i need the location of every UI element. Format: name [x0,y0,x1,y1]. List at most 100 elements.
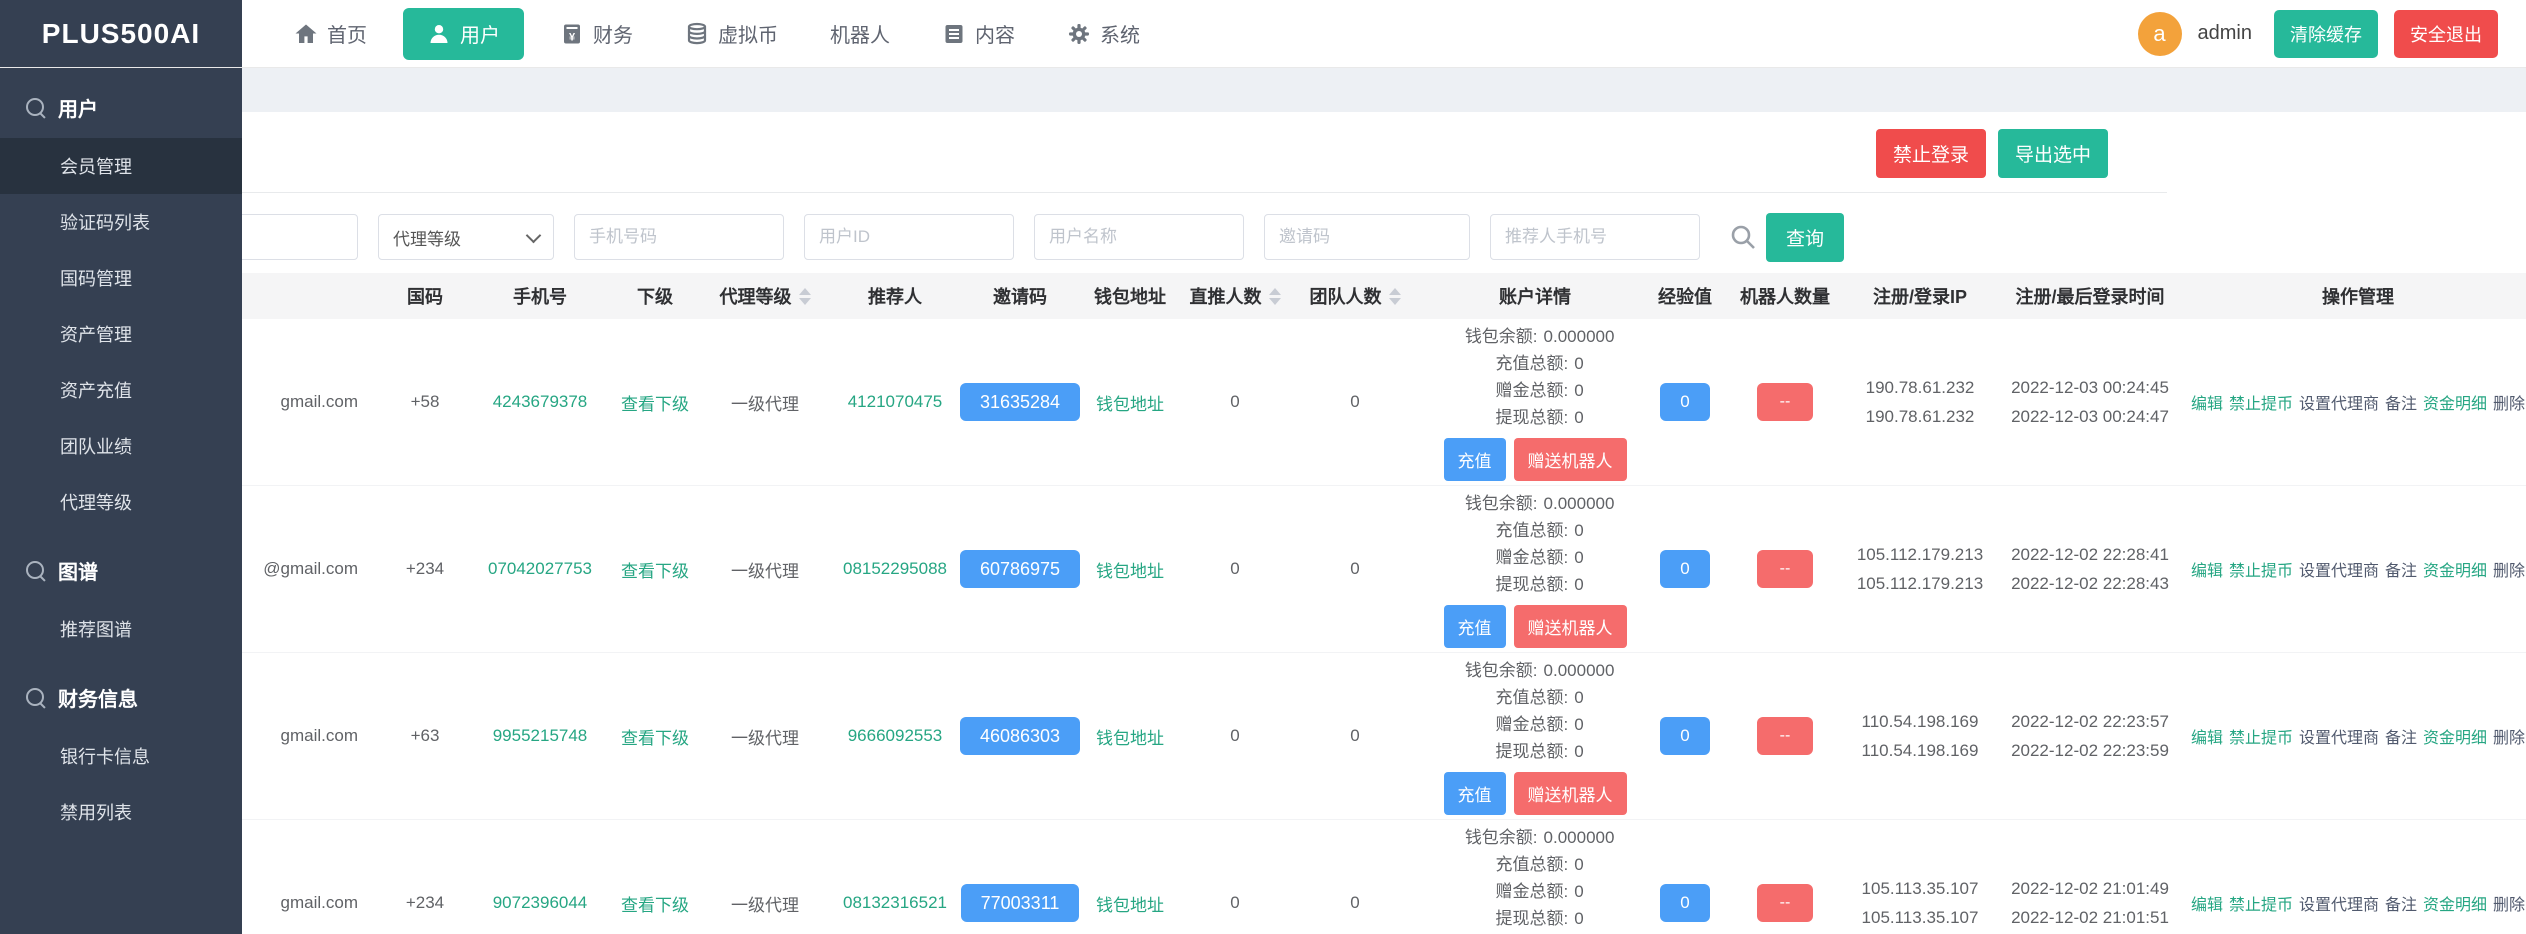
phone-filter-input[interactable] [574,214,784,260]
view-subordinates-link[interactable]: 查看下级 [621,724,689,749]
invite-code-button[interactable]: 60786975 [960,550,1080,588]
action-link[interactable]: 编辑 [2191,390,2223,414]
gift-robot-button[interactable]: 赠送机器人 [1514,438,1627,481]
logout-button[interactable]: 安全退出 [2394,10,2498,58]
ban-login-button[interactable]: 禁止登录 [1876,129,1986,178]
sidebar-item-country-code[interactable]: 国码管理 [0,250,242,306]
action-text[interactable]: 删除 [2493,724,2525,748]
gift-robot-button[interactable]: 赠送机器人 [1514,772,1627,815]
sidebar-item-asset-management[interactable]: 资产管理 [0,306,242,362]
action-text[interactable]: 备注 [2385,390,2417,414]
view-subordinates-link[interactable]: 查看下级 [621,557,689,582]
invite-code-button[interactable]: 77003311 [961,884,1080,922]
nav-item-home[interactable]: 首页 [268,0,393,67]
view-subordinates-link[interactable]: 查看下级 [621,891,689,916]
recharge-button[interactable]: 充值 [1444,605,1506,648]
phone-link[interactable]: 4243679378 [493,392,588,412]
col-header-agent-level[interactable]: 代理等级 [720,283,811,309]
action-text[interactable]: 设置代理商 [2299,891,2379,915]
chevron-down-icon [526,227,542,243]
recharge-button[interactable]: 充值 [1444,438,1506,481]
view-subordinates-link[interactable]: 查看下级 [621,390,689,415]
action-link[interactable]: 资金明细 [2423,390,2487,414]
wallet-address-link[interactable]: 钱包地址 [1096,390,1164,415]
sidebar-section-finance-info[interactable]: 财务信息 [0,657,242,728]
recharge-button[interactable]: 充值 [1444,772,1506,815]
invite-code-button[interactable]: 46086303 [960,717,1080,755]
nav-item-finance[interactable]: ¥ 财务 [534,0,659,67]
gift-robot-button[interactable]: 赠送机器人 [1514,605,1627,648]
phone-link[interactable]: 9072396044 [493,893,588,913]
action-link[interactable]: 禁止提币 [2229,724,2293,748]
action-link[interactable]: 编辑 [2191,724,2223,748]
detail-label: 钱包余额: [1456,824,1538,851]
action-text[interactable]: 删除 [2493,891,2525,915]
bonus-total: 0 [1574,377,1583,404]
phone-link[interactable]: 07042027753 [488,559,592,579]
col-header-team-count[interactable]: 团队人数 [1310,283,1401,309]
robot-count-button[interactable]: -- [1757,717,1813,755]
agent-level-select[interactable]: 代理等级 [378,214,554,260]
sidebar-item-referral-graph[interactable]: 推荐图谱 [0,601,242,657]
action-link[interactable]: 资金明细 [2423,891,2487,915]
nav-item-system[interactable]: 系统 [1041,0,1166,67]
nav-item-users[interactable]: 用户 [403,8,524,60]
action-text[interactable]: 备注 [2385,724,2417,748]
action-text[interactable]: 备注 [2385,891,2417,915]
action-text[interactable]: 设置代理商 [2299,390,2379,414]
username[interactable]: admin [2198,22,2252,45]
exp-value-button[interactable]: 0 [1660,717,1710,755]
sidebar-item-asset-recharge[interactable]: 资产充值 [0,362,242,418]
clear-cache-button[interactable]: 清除缓存 [2274,10,2378,58]
sidebar-item-disabled-list[interactable]: 禁用列表 [0,784,242,840]
sort-icon[interactable] [799,288,811,305]
invite-code-button[interactable]: 31635284 [960,383,1080,421]
action-text[interactable]: 设置代理商 [2299,557,2379,581]
referrer-link[interactable]: 08132316521 [843,893,947,913]
action-link[interactable]: 资金明细 [2423,724,2487,748]
referrer-phone-filter-input[interactable] [1490,214,1700,260]
export-selected-button[interactable]: 导出选中 [1998,129,2108,178]
wallet-address-link[interactable]: 钱包地址 [1096,724,1164,749]
phone-link[interactable]: 9955215748 [493,726,588,746]
action-link[interactable]: 资金明细 [2423,557,2487,581]
sidebar-section-graph[interactable]: 图谱 [0,530,242,601]
sidebar-item-team-performance[interactable]: 团队业绩 [0,418,242,474]
referrer-link[interactable]: 08152295088 [843,559,947,579]
col-header-direct-count[interactable]: 直推人数 [1190,283,1281,309]
robot-count-button[interactable]: -- [1757,884,1813,922]
wallet-address-link[interactable]: 钱包地址 [1096,557,1164,582]
action-link[interactable]: 禁止提币 [2229,891,2293,915]
sidebar-item-bank-card-info[interactable]: 银行卡信息 [0,728,242,784]
exp-value-button[interactable]: 0 [1660,884,1710,922]
action-text[interactable]: 删除 [2493,390,2525,414]
exp-value-button[interactable]: 0 [1660,383,1710,421]
action-text[interactable]: 删除 [2493,557,2525,581]
robot-count-button[interactable]: -- [1757,383,1813,421]
action-text[interactable]: 备注 [2385,557,2417,581]
exp-value-button[interactable]: 0 [1660,550,1710,588]
action-link[interactable]: 编辑 [2191,557,2223,581]
action-link[interactable]: 禁止提币 [2229,557,2293,581]
referrer-link[interactable]: 9666092553 [848,726,943,746]
sort-icon[interactable] [1269,288,1281,305]
sidebar-section-users[interactable]: 用户 [0,67,242,138]
referrer-link[interactable]: 4121070475 [848,392,943,412]
sidebar-item-captcha-list[interactable]: 验证码列表 [0,194,242,250]
search-button[interactable]: 查询 [1766,213,1844,262]
user-id-filter-input[interactable] [804,214,1014,260]
nav-item-crypto[interactable]: 虚拟币 [659,0,804,67]
avatar[interactable]: a [2138,12,2182,56]
invite-code-filter-input[interactable] [1264,214,1470,260]
robot-count-button[interactable]: -- [1757,550,1813,588]
sort-icon[interactable] [1389,288,1401,305]
action-text[interactable]: 设置代理商 [2299,724,2379,748]
wallet-address-link[interactable]: 钱包地址 [1096,891,1164,916]
action-link[interactable]: 编辑 [2191,891,2223,915]
user-name-filter-input[interactable] [1034,214,1244,260]
nav-item-content[interactable]: 内容 [916,0,1041,67]
sidebar-item-agent-level[interactable]: 代理等级 [0,474,242,530]
nav-item-robot[interactable]: 机器人 [804,0,916,67]
sidebar-item-member-management[interactable]: 会员管理 [0,138,242,194]
action-link[interactable]: 禁止提币 [2229,390,2293,414]
